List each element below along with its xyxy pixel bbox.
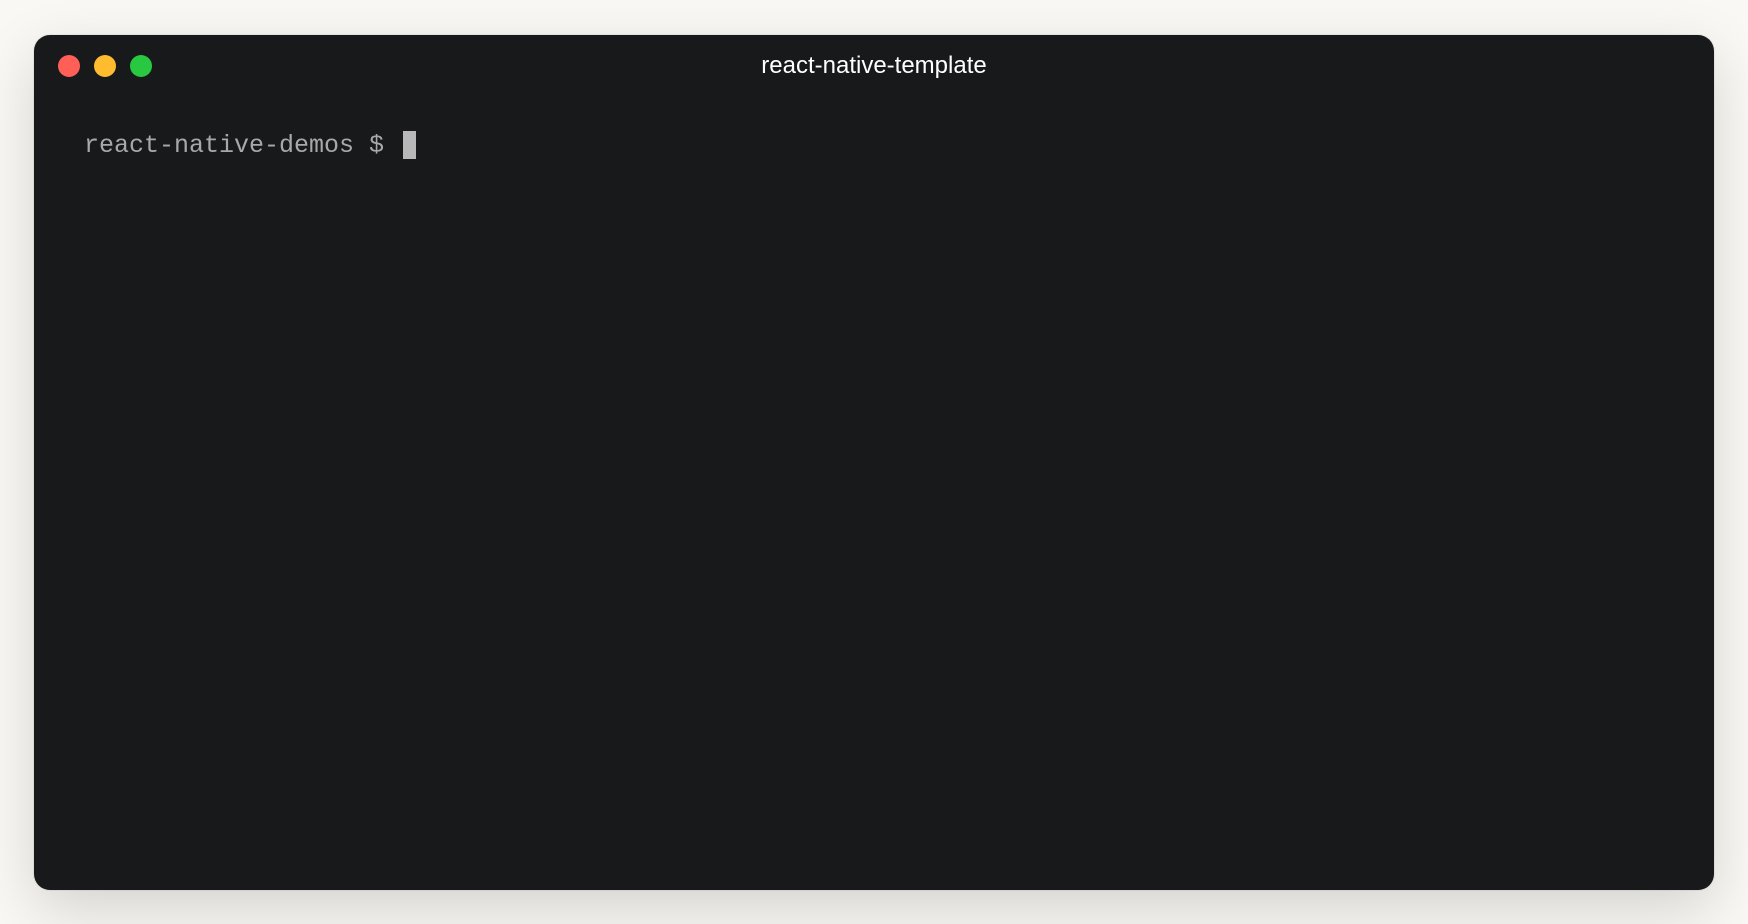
close-button[interactable]: [58, 55, 80, 77]
traffic-lights: [58, 55, 152, 77]
cursor-icon: [403, 131, 416, 159]
terminal-window: react-native-template react-native-demos…: [34, 35, 1714, 890]
prompt-directory: react-native-demos: [84, 127, 354, 165]
maximize-button[interactable]: [130, 55, 152, 77]
window-title: react-native-template: [761, 52, 986, 80]
title-bar: react-native-template: [34, 35, 1714, 97]
prompt-line: react-native-demos $: [84, 127, 1664, 165]
minimize-button[interactable]: [94, 55, 116, 77]
prompt-symbol: $: [354, 127, 399, 165]
terminal-body[interactable]: react-native-demos $: [34, 97, 1714, 890]
